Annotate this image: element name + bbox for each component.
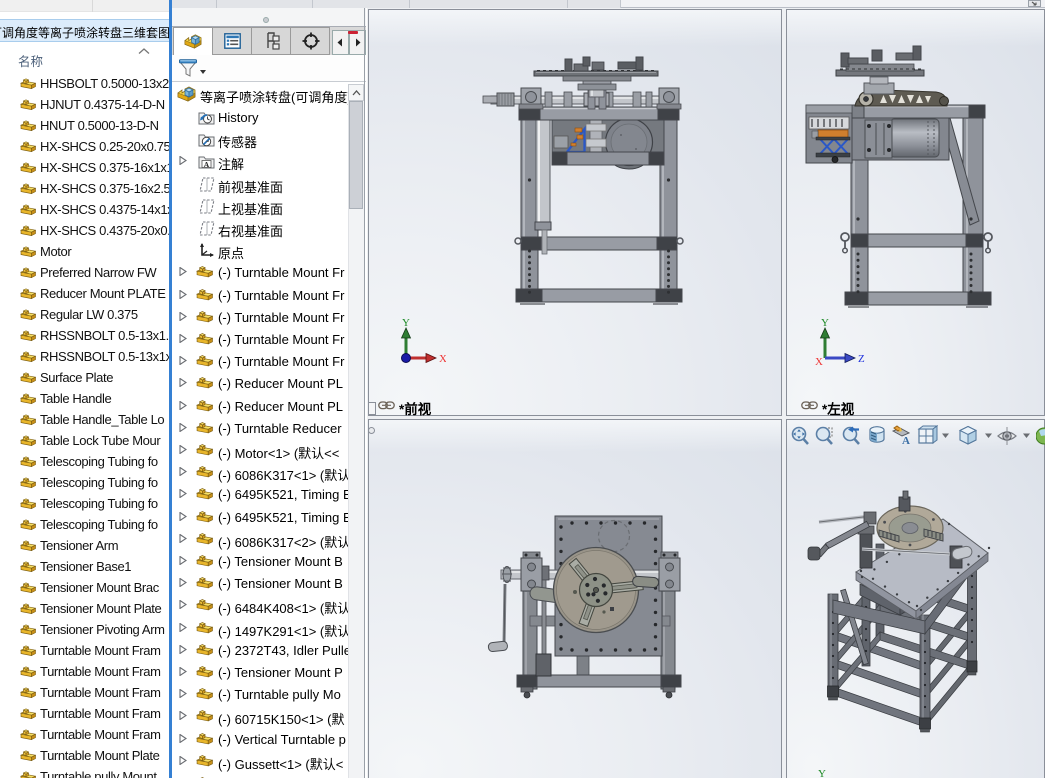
svg-text:Y: Y [821, 317, 829, 329]
svg-text:X: X [439, 353, 446, 365]
svg-text:Z: Z [858, 353, 865, 365]
svg-text:A: A [902, 435, 910, 447]
svg-text:X: X [815, 356, 823, 368]
svg-text:A: A [204, 160, 210, 169]
svg-text:Y: Y [402, 317, 410, 329]
